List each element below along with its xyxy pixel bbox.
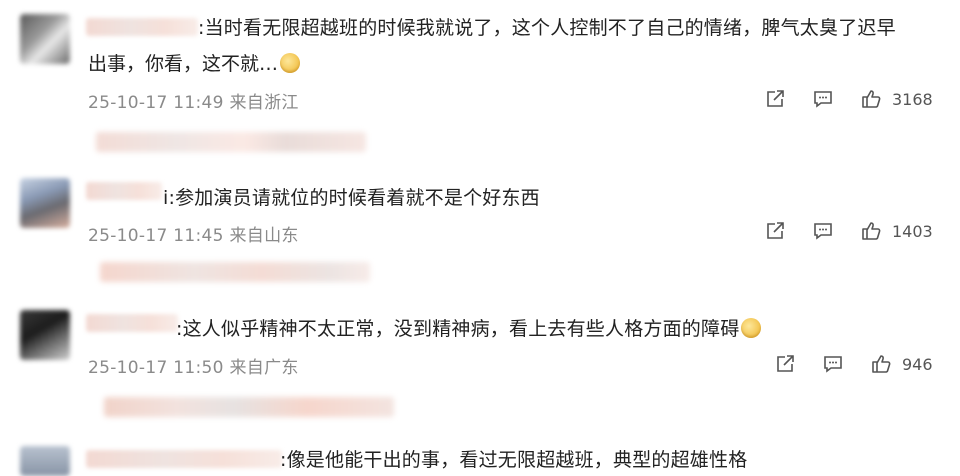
avatar[interactable] (20, 446, 70, 476)
share-icon[interactable] (764, 88, 786, 110)
comment-icon[interactable] (812, 88, 834, 110)
avatar[interactable] (20, 14, 70, 64)
reply-preview (96, 132, 366, 152)
emoji-icon (741, 318, 762, 338)
comment-actions: 1403 (760, 220, 960, 246)
comment-icon[interactable] (822, 353, 844, 375)
comment-text: :当时看无限超越班的时候我就说了，这个人控制不了自己的情绪，脾气太臭了迟早 (198, 17, 896, 39)
reply-preview (104, 397, 394, 417)
like-icon[interactable] (870, 353, 892, 375)
emoji-icon (280, 53, 301, 73)
comment-text-continued: 出事，你看，这不就… (88, 52, 301, 76)
like-count: 1403 (892, 222, 933, 241)
avatar[interactable] (20, 178, 70, 228)
comment-text: i:参加演员请就位的时候看着就不是个好东西 (163, 187, 540, 209)
username[interactable] (86, 182, 162, 200)
comment-meta: 25-10-17 11:49 来自浙江 (88, 93, 299, 113)
avatar[interactable] (20, 310, 70, 360)
username[interactable] (86, 18, 198, 36)
like-icon[interactable] (860, 88, 882, 110)
comment-text: :像是他能干出的事，看过无限超越班，典型的超雄性格 (280, 449, 748, 471)
comment-actions: 946 (772, 353, 960, 379)
share-icon[interactable] (764, 220, 786, 242)
like-count: 946 (902, 355, 933, 374)
like-count: 3168 (892, 90, 933, 109)
comment-meta: 25-10-17 11:45 来自山东 (88, 226, 299, 246)
reply-preview (100, 262, 370, 282)
username[interactable] (86, 450, 282, 468)
share-icon[interactable] (774, 353, 796, 375)
comment-text: :这人似乎精神不太正常，没到精神病，看上去有些人格方面的障碍 (176, 317, 762, 341)
username[interactable] (86, 314, 178, 332)
comment-actions: 3168 (760, 88, 960, 114)
comment-icon[interactable] (812, 220, 834, 242)
comment-meta: 25-10-17 11:50 来自广东 (88, 358, 299, 378)
like-icon[interactable] (860, 220, 882, 242)
